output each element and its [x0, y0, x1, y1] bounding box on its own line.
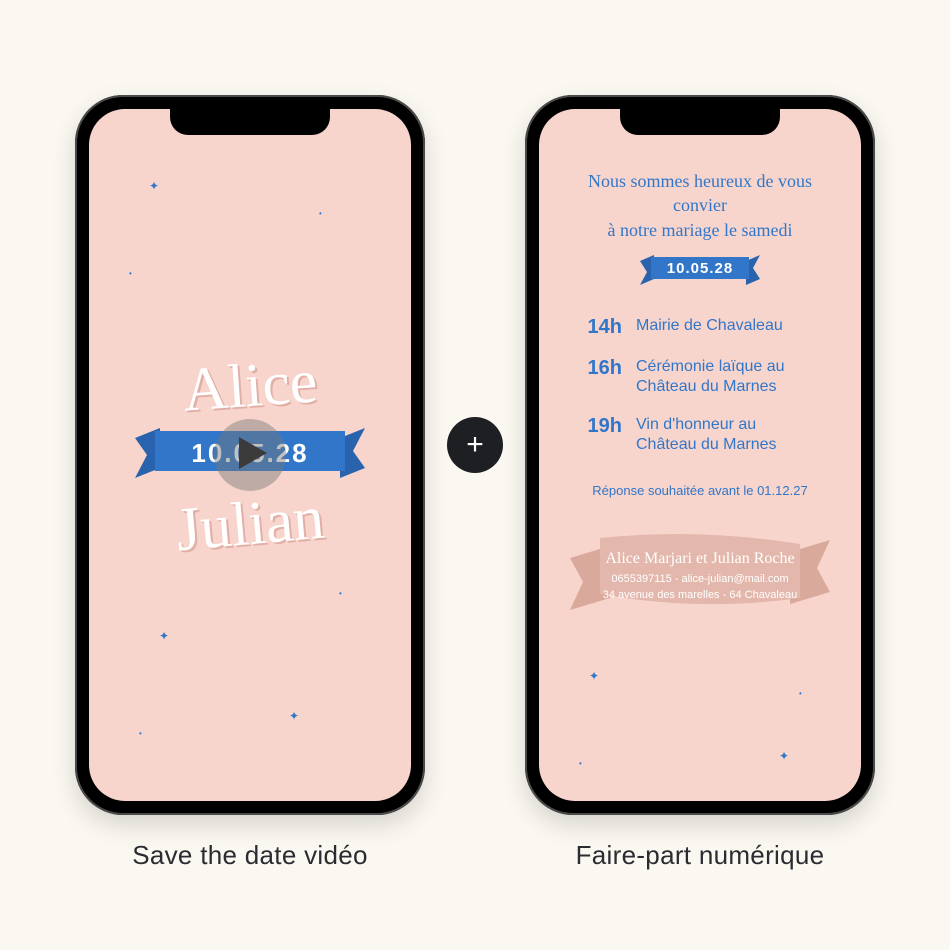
- product-comparison-image: ✦ • • ✦ • ✦ • Alice 10.05.28 Julian: [0, 0, 950, 950]
- contact-line: 0655397115 - alice-julian@mail.com: [611, 572, 788, 588]
- plus-badge: +: [447, 417, 503, 473]
- schedule-item: 19h Vin d'honneur au Château du Marnes: [580, 415, 820, 455]
- bride-name: Alice: [181, 350, 319, 421]
- wedding-date: 10.05.28: [667, 260, 733, 277]
- caption-save-the-date: Save the date vidéo: [50, 840, 450, 871]
- invitation-intro: Nous sommes heureux de vous convier à no…: [570, 169, 830, 242]
- schedule-desc: Vin d'honneur au Château du Marnes: [636, 415, 820, 455]
- intro-line: à notre mariage le samedi: [570, 218, 830, 242]
- phone-screen: ✦ • • ✦ • ✦ • Alice 10.05.28 Julian: [89, 109, 411, 801]
- schedule-item: 16h Cérémonie laïque au Château du Marne…: [580, 357, 820, 397]
- plus-icon: +: [466, 428, 484, 462]
- contact-text: Alice Marjari et Julian Roche 0655397115…: [565, 528, 835, 623]
- play-button[interactable]: [214, 419, 286, 491]
- phone-mockup-faire-part: ✦ • ✦ • Nous sommes heureux de vous conv…: [525, 95, 875, 815]
- schedule-time: 16h: [580, 357, 622, 397]
- schedule-item: 14h Mairie de Chavaleau: [580, 316, 820, 339]
- schedule-desc: Cérémonie laïque au Château du Marnes: [636, 357, 820, 397]
- phone-mockup-save-the-date: ✦ • • ✦ • ✦ • Alice 10.05.28 Julian: [75, 95, 425, 815]
- date-ribbon-small: 10.05.28: [640, 252, 760, 286]
- contact-ribbon: Alice Marjari et Julian Roche 0655397115…: [565, 528, 835, 623]
- intro-line: Nous sommes heureux de vous convier: [570, 169, 830, 218]
- caption-faire-part: Faire-part numérique: [500, 840, 900, 871]
- phone-screen: ✦ • ✦ • Nous sommes heureux de vous conv…: [539, 109, 861, 801]
- phone-notch: [170, 109, 330, 135]
- groom-name: Julian: [174, 487, 327, 562]
- schedule-time: 19h: [580, 415, 622, 455]
- address-line: 34 avenue des marelles - 64 Chavaleau: [603, 588, 797, 604]
- faire-part-content: Nous sommes heureux de vous convier à no…: [539, 109, 861, 801]
- schedule-list: 14h Mairie de Chavaleau 16h Cérémonie la…: [580, 316, 820, 473]
- schedule-time: 14h: [580, 316, 622, 339]
- play-icon: [234, 437, 267, 474]
- phone-notch: [620, 109, 780, 135]
- couple-full-names: Alice Marjari et Julian Roche: [605, 547, 794, 570]
- schedule-desc: Mairie de Chavaleau: [636, 316, 783, 339]
- rsvp-note: Réponse souhaitée avant le 01.12.27: [592, 483, 807, 498]
